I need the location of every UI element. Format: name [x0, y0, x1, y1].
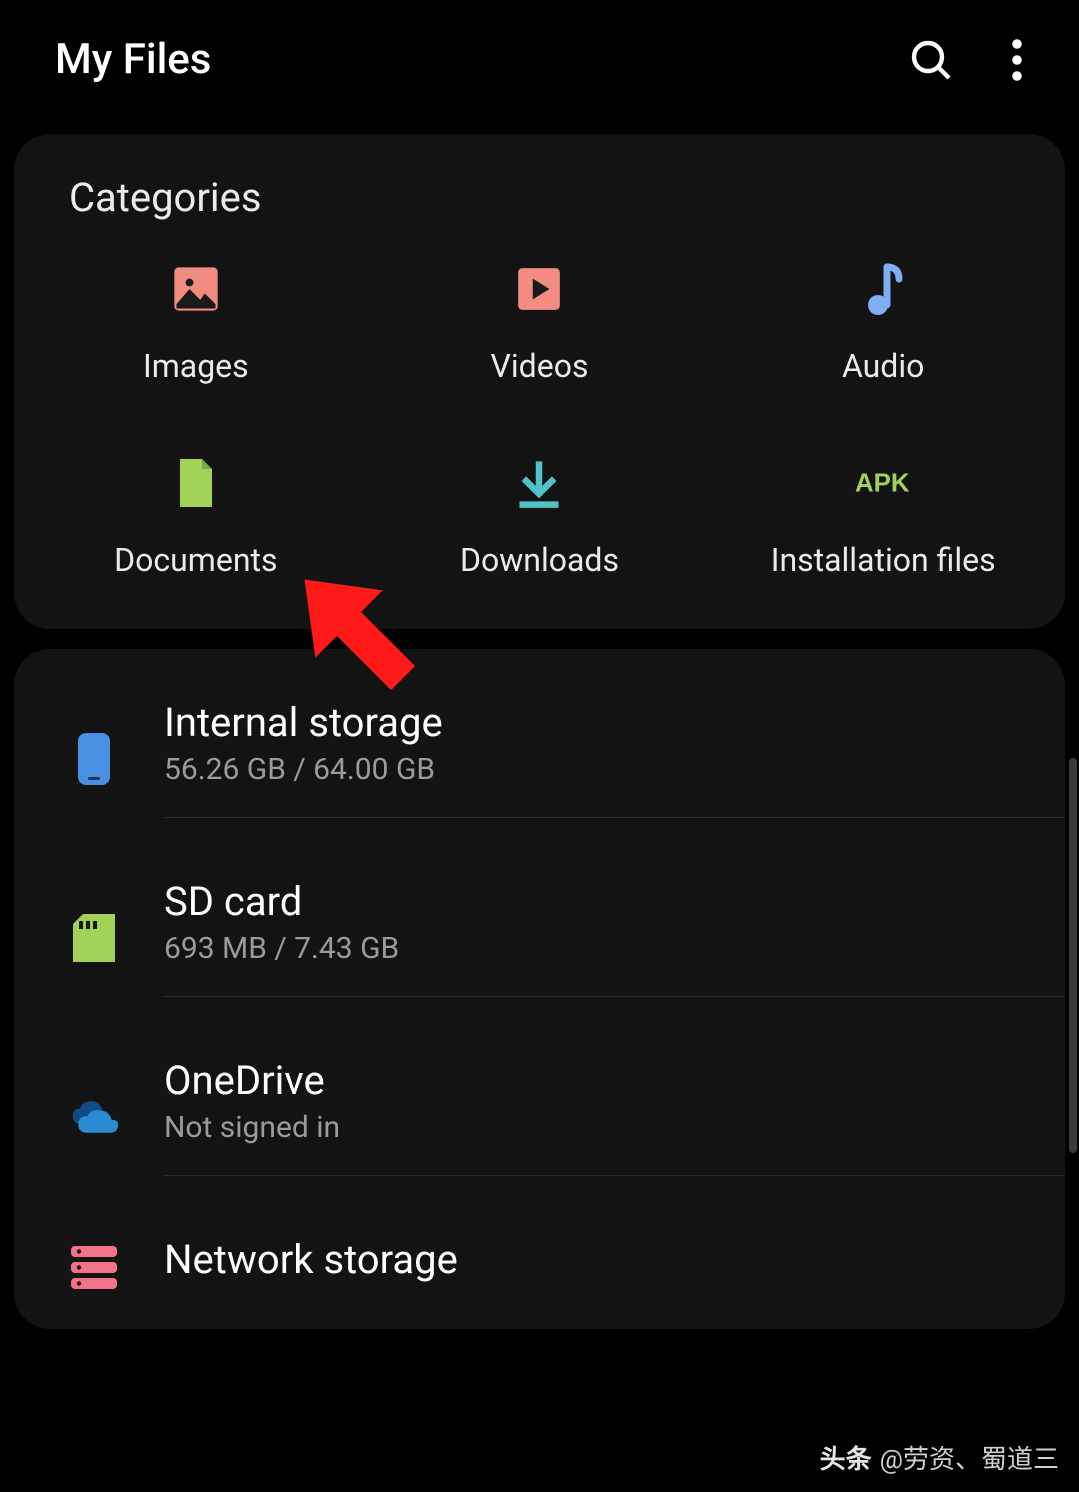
- storage-title: Internal storage: [164, 699, 1065, 746]
- storage-title: SD card: [164, 878, 1065, 925]
- downloads-icon: [511, 455, 567, 511]
- search-icon: [907, 36, 955, 84]
- app-header: My Files: [0, 0, 1079, 114]
- header-actions: [907, 36, 1024, 84]
- category-downloads[interactable]: Downloads: [368, 455, 712, 579]
- storage-text: Internal storage 56.26 GB / 64.00 GB: [164, 699, 1065, 818]
- category-installation-files[interactable]: APK Installation files: [711, 455, 1055, 579]
- svg-text:APK: APK: [855, 470, 910, 498]
- more-options-button[interactable]: [1010, 36, 1024, 84]
- categories-title: Categories: [14, 174, 1065, 261]
- onedrive-icon: [69, 1092, 119, 1142]
- category-label: Downloads: [460, 541, 619, 579]
- storage-internal[interactable]: Internal storage 56.26 GB / 64.00 GB: [14, 669, 1065, 848]
- storage-text: OneDrive Not signed in: [164, 1057, 1065, 1176]
- phone-storage-icon: [69, 734, 119, 784]
- sd-card-icon: [69, 913, 119, 963]
- category-label: Installation files: [771, 541, 996, 579]
- apk-icon: APK: [855, 455, 911, 511]
- videos-icon: [511, 261, 567, 317]
- category-label: Audio: [842, 347, 924, 385]
- audio-icon: [855, 261, 911, 317]
- storage-sdcard[interactable]: SD card 693 MB / 7.43 GB: [14, 848, 1065, 1027]
- storage-text: SD card 693 MB / 7.43 GB: [164, 878, 1065, 997]
- watermark: 头条 @劳资、蜀道三: [820, 1439, 1059, 1476]
- category-label: Images: [143, 347, 249, 385]
- storage-subtitle: Not signed in: [164, 1110, 1065, 1145]
- category-label: Videos: [491, 347, 589, 385]
- categories-card: Categories Images Videos: [14, 134, 1065, 629]
- storage-onedrive[interactable]: OneDrive Not signed in: [14, 1027, 1065, 1206]
- app-title: My Files: [55, 35, 211, 84]
- storage-network[interactable]: Network storage: [14, 1206, 1065, 1329]
- category-label: Documents: [114, 541, 277, 579]
- storage-title: OneDrive: [164, 1057, 1065, 1104]
- storage-card: Internal storage 56.26 GB / 64.00 GB SD …: [14, 649, 1065, 1329]
- watermark-handle: @劳资、蜀道三: [880, 1439, 1059, 1476]
- category-images[interactable]: Images: [24, 261, 368, 385]
- storage-subtitle: 56.26 GB / 64.00 GB: [164, 752, 1065, 787]
- images-icon: [168, 261, 224, 317]
- category-audio[interactable]: Audio: [711, 261, 1055, 385]
- storage-title: Network storage: [164, 1236, 1065, 1283]
- network-storage-icon: [69, 1243, 119, 1293]
- category-videos[interactable]: Videos: [368, 261, 712, 385]
- watermark-brand: 头条: [820, 1439, 872, 1476]
- storage-text: Network storage: [164, 1236, 1065, 1299]
- storage-subtitle: 693 MB / 7.43 GB: [164, 931, 1065, 966]
- scrollbar[interactable]: [1069, 758, 1077, 1153]
- category-documents[interactable]: Documents: [24, 455, 368, 579]
- categories-grid: Images Videos Audio: [14, 261, 1065, 579]
- search-button[interactable]: [907, 36, 955, 84]
- more-vertical-icon: [1010, 36, 1024, 84]
- documents-icon: [168, 455, 224, 511]
